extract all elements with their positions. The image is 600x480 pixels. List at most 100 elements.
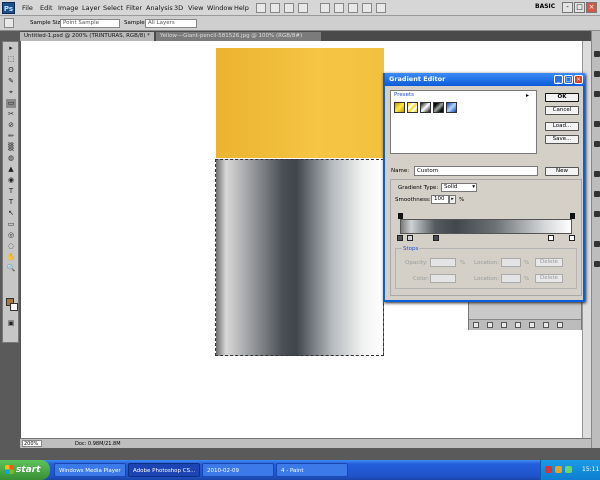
healing-tool-icon[interactable]: ✂ [6,110,16,119]
brush-tool-icon[interactable]: ⊘ [6,121,16,130]
task-windows-media-player[interactable]: Windows Media Player [54,463,126,477]
preset-swatch[interactable] [407,102,418,113]
document-size[interactable]: Doc: 0.98M/21.8M [75,441,121,447]
masks-panel-icon[interactable] [594,141,600,147]
sample-size-select[interactable]: Point Sample [60,19,120,28]
save-button[interactable]: Save... [545,135,579,144]
start-button[interactable]: start [0,460,50,480]
rotate-view-icon[interactable] [348,3,358,13]
eyedropper-tool-icon[interactable]: ▭ [6,99,16,108]
tab-yellow-pencil[interactable]: Yellow---Giant-pencil-581526.jpg @ 100% … [156,32,321,41]
menu-view[interactable]: View [188,4,203,12]
3d-rotate-tool-icon[interactable]: ◎ [6,231,16,240]
load-button[interactable]: Load... [545,122,579,131]
zoom-level-icon[interactable] [298,3,308,13]
color-stop[interactable] [569,235,575,241]
zoom-level-field[interactable]: 200% [22,440,42,447]
task-paint[interactable]: 4 - Paint [276,463,348,477]
layers-panel-icon[interactable] [594,171,600,177]
maximize-button[interactable]: □ [574,2,585,13]
close-button[interactable]: × [586,2,597,13]
minibridge-icon[interactable] [270,3,280,13]
preset-swatch[interactable] [394,102,405,113]
styles-panel-icon[interactable] [594,91,600,97]
presets-menu-icon[interactable]: ▸ [526,92,529,99]
new-button[interactable]: New [545,167,579,176]
smoothness-field[interactable]: 100 [431,195,449,204]
menu-window[interactable]: Window [207,4,233,12]
adjustments-panel-icon[interactable] [594,121,600,127]
menu-analysis[interactable]: Analysis [146,4,173,12]
workspace-switcher[interactable]: BASIC [535,3,559,13]
marquee-tool-icon[interactable]: ⬚ [6,55,16,64]
channels-panel-icon[interactable] [594,191,600,197]
menu-image[interactable]: Image [58,4,78,12]
history-panel-icon[interactable] [594,241,600,247]
layer-style-icon[interactable] [487,322,493,328]
color-panel-icon[interactable] [594,51,600,57]
screen-mode-icon[interactable] [376,3,386,13]
menu-select[interactable]: Select [103,4,123,12]
move-tool-icon[interactable]: ▸ [6,44,16,53]
background-color-swatch[interactable] [10,303,18,311]
tray-icon[interactable] [555,466,562,473]
ok-button[interactable]: OK [545,93,579,102]
path-selection-tool-icon[interactable]: ↖ [6,209,16,218]
extras-icon[interactable] [284,3,294,13]
minimize-button[interactable]: - [562,2,573,13]
layer-mask-icon[interactable] [501,322,507,328]
menu-help[interactable]: Help [234,4,249,12]
menu-3d[interactable]: 3D [174,4,183,12]
gradient-preview-bar[interactable] [400,219,572,234]
adjustment-layer-icon[interactable] [515,322,521,328]
3d-orbit-tool-icon[interactable]: ◌ [6,242,16,251]
task-adobe-photoshop[interactable]: Adobe Photoshop CS... [128,463,200,477]
tray-icon[interactable] [565,466,572,473]
color-stop[interactable] [548,235,554,241]
eyedropper-tool-icon[interactable] [4,18,14,28]
link-layers-icon[interactable] [473,322,479,328]
menu-layer[interactable]: Layer [82,4,100,12]
quick-mask-icon[interactable]: ▣ [6,319,16,328]
cancel-button[interactable]: Cancel [545,106,579,115]
hand-tool-icon[interactable]: ✋ [6,253,16,262]
eraser-tool-icon[interactable]: ◍ [6,154,16,163]
zoom-tool-icon[interactable]: 🔍 [6,264,16,273]
actions-panel-icon[interactable] [594,261,600,267]
smoothness-stepper-icon[interactable]: ▸ [449,195,456,204]
tab-untitled-1[interactable]: Untitled-1.psd @ 200% (TRINTURAS, RGB/8)… [20,32,154,41]
type-tool-icon[interactable]: T [6,198,16,207]
gradient-type-select[interactable]: Solid ▾ [441,183,477,192]
dodge-tool-icon[interactable]: ◉ [6,176,16,185]
menu-filter[interactable]: Filter [126,4,142,12]
menu-edit[interactable]: Edit [40,4,53,12]
shape-tool-icon[interactable]: ▭ [6,220,16,229]
color-stop[interactable] [433,235,439,241]
lasso-tool-icon[interactable]: ʘ [6,66,16,75]
metallic-gradient-selection[interactable] [215,159,384,356]
preset-swatch[interactable] [420,102,431,113]
gradient-tool-icon[interactable]: ▲ [6,165,16,174]
paths-panel-icon[interactable] [594,211,600,217]
delete-layer-icon[interactable] [557,322,563,328]
history-brush-tool-icon[interactable]: ▒ [6,143,16,152]
color-stop[interactable] [397,235,403,241]
quick-selection-tool-icon[interactable]: ✎ [6,77,16,86]
menu-file[interactable]: File [22,4,33,12]
task-folder-2010-02-09[interactable]: 2010-02-09 [202,463,274,477]
pen-tool-icon[interactable]: T [6,187,16,196]
swatches-panel-icon[interactable] [594,71,600,77]
dialog-close-button[interactable]: × [574,75,583,84]
new-group-icon[interactable] [529,322,535,328]
tray-icon[interactable] [545,466,552,473]
name-field[interactable]: Custom [414,166,538,176]
preset-swatch[interactable] [433,102,444,113]
dialog-minimize-button[interactable]: _ [554,75,563,84]
color-stop[interactable] [407,235,413,241]
clone-stamp-tool-icon[interactable]: ✏ [6,132,16,141]
preset-swatch[interactable] [446,102,457,113]
clock[interactable]: 15:11 [582,466,599,473]
crop-tool-icon[interactable]: ⌖ [6,88,16,97]
arrange-documents-icon[interactable] [362,3,372,13]
zoom-tool-icon[interactable] [334,3,344,13]
